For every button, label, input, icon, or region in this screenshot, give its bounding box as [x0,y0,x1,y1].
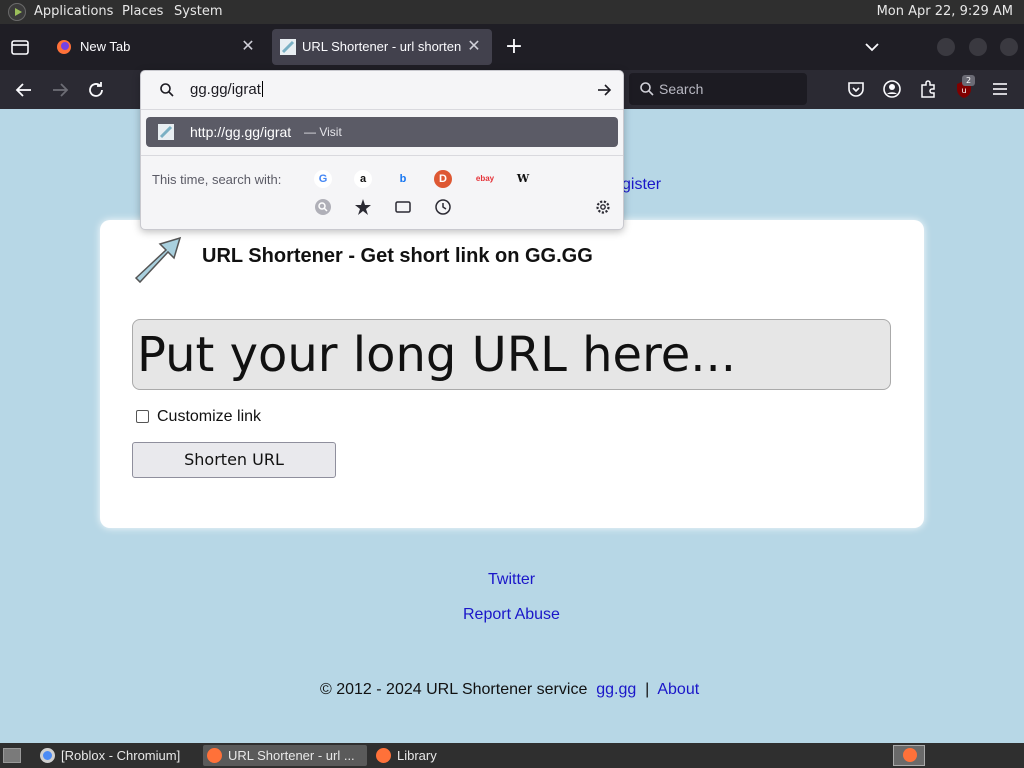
register-link[interactable]: gister [622,176,661,194]
arrow-logo-icon [134,236,182,284]
back-arrow-icon[interactable] [12,78,36,102]
forward-arrow-icon[interactable] [48,78,72,102]
system-menu[interactable]: System [174,4,222,19]
firefox-favicon-icon [57,40,71,54]
show-desktop-button[interactable] [3,748,21,763]
oneoff-search-label: This time, search with: [152,172,282,187]
taskbar: [Roblox - Chromium] URL Shortener - url … [0,743,1024,768]
applications-logo-icon[interactable] [8,3,26,21]
close-window-button[interactable] [1000,38,1018,56]
result-url: http://gg.gg/igrat [190,124,292,140]
search-engines-settings-icon[interactable] [314,198,332,216]
page-title: URL Shortener - Get short link on GG.GG [202,245,593,267]
task-chromium-roblox[interactable]: [Roblox - Chromium] [36,745,196,766]
tabs-icon[interactable] [394,198,412,216]
twitter-link[interactable]: Twitter [488,571,535,589]
firefox-icon [903,748,917,762]
hamburger-menu-icon[interactable] [989,78,1011,100]
places-menu[interactable]: Places [122,4,163,19]
customize-link-label: Customize link [157,408,262,425]
footer-copyright: © 2012 - 2024 URL Shortener service gg.g… [320,681,699,699]
firefox-view-icon[interactable] [10,37,30,57]
copyright-text: © 2012 - 2024 URL Shortener service [320,681,588,698]
divider [141,109,623,110]
minimize-window-button[interactable] [937,38,955,56]
divider [141,155,623,156]
gg-favicon-icon [158,124,174,140]
search-icon [640,82,654,96]
address-input[interactable]: gg.gg/igrat [190,81,263,98]
go-arrow-icon[interactable] [595,81,613,99]
footer-separator: | [645,681,650,698]
top-panel: Applications Places System Mon Apr 22, 9… [0,0,1024,24]
amazon-engine-icon[interactable]: a [354,170,372,188]
new-tab-button[interactable]: + [503,36,525,58]
task-url-shortener[interactable]: URL Shortener - url ... [203,745,367,766]
search-placeholder: Search [659,81,704,97]
chromium-icon [40,748,55,763]
reload-icon[interactable] [84,78,108,102]
firefox-icon [376,748,391,763]
chevron-down-icon[interactable] [862,38,882,56]
shortener-card: URL Shortener - Get short link on GG.GG … [100,220,924,528]
customize-link-checkbox[interactable] [136,410,149,423]
account-icon[interactable] [881,78,903,100]
search-icon [160,83,174,97]
result-action: — Visit [304,125,342,139]
ebay-engine-icon[interactable]: ebay [474,170,496,188]
task-label: Library [397,748,437,763]
task-library[interactable]: Library [372,745,492,766]
bing-engine-icon[interactable]: b [394,170,412,188]
tab-strip: New Tab ✕ URL Shortener - url shorten ✕ … [0,24,1024,70]
wikipedia-engine-icon[interactable]: W [514,170,532,188]
pocket-icon[interactable] [845,78,867,100]
close-tab-icon[interactable]: ✕ [238,37,258,57]
urlbar-result-visit[interactable]: http://gg.gg/igrat — Visit [146,117,618,147]
maximize-window-button[interactable] [969,38,987,56]
about-link[interactable]: About [657,681,699,698]
svg-text:u: u [961,86,966,95]
clock[interactable]: Mon Apr 22, 9:29 AM [877,4,1013,19]
tab-new-tab[interactable]: New Tab ✕ [44,29,266,65]
tab-title: URL Shortener - url shorten [302,39,462,54]
bookmarks-star-icon[interactable] [354,198,372,216]
gg-home-link[interactable]: gg.gg [596,681,636,698]
tab-title: New Tab [80,39,131,54]
tab-url-shortener[interactable]: URL Shortener - url shorten ✕ [272,29,492,65]
extensions-puzzle-icon[interactable] [917,78,939,100]
firefox-icon [207,748,222,763]
task-label: [Roblox - Chromium] [61,748,181,763]
gear-icon[interactable] [594,198,612,216]
long-url-input[interactable] [132,319,891,390]
search-box[interactable]: Search [629,73,807,105]
workspace-switcher[interactable] [893,745,925,766]
shorten-url-button[interactable]: Shorten URL [132,442,336,478]
report-abuse-link[interactable]: Report Abuse [463,606,560,624]
ublock-count-badge: 2 [962,75,975,86]
task-label: URL Shortener - url ... [228,748,355,763]
applications-menu[interactable]: Applications [34,4,113,19]
close-tab-icon[interactable]: ✕ [464,37,484,57]
gg-favicon-icon [280,39,296,55]
urlbar-dropdown: gg.gg/igrat http://gg.gg/igrat — Visit T… [140,70,624,230]
google-engine-icon[interactable]: G [314,170,332,188]
duckduckgo-engine-icon[interactable]: D [434,170,452,188]
history-clock-icon[interactable] [434,198,452,216]
